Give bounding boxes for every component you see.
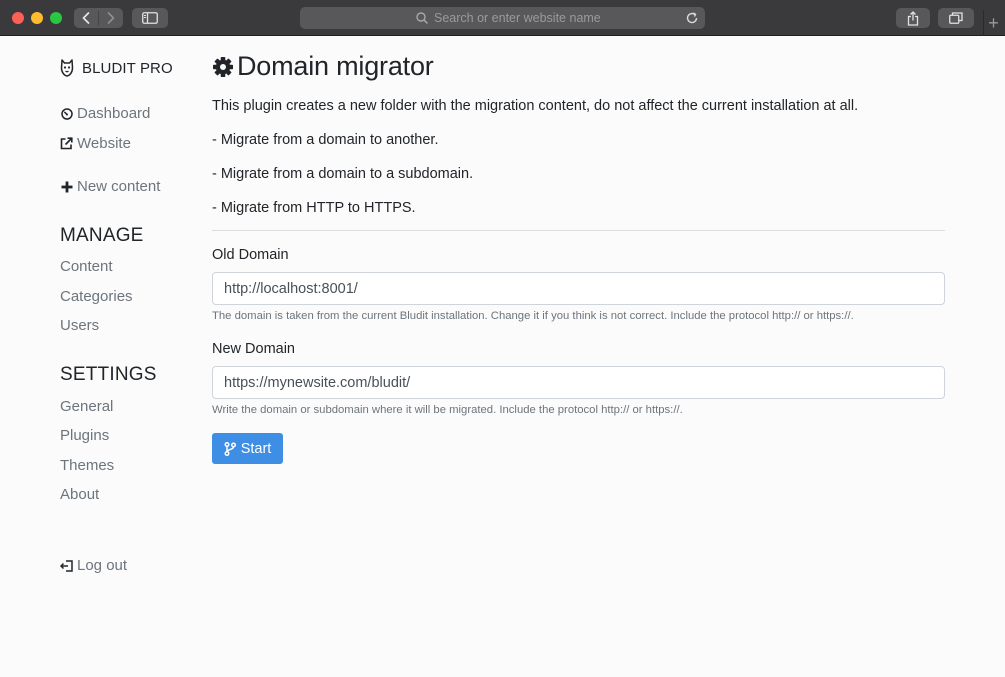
sidebar-item-new-content[interactable]: New content	[60, 178, 160, 195]
minimize-window-button[interactable]	[31, 12, 43, 24]
sidebar-item-users[interactable]: Users	[60, 317, 99, 334]
start-button-label: Start	[240, 440, 272, 457]
old-domain-input[interactable]	[212, 272, 945, 305]
sidebar-item-website[interactable]: Website	[60, 135, 131, 152]
reload-icon[interactable]	[685, 11, 699, 25]
close-window-button[interactable]	[12, 12, 24, 24]
sign-out-icon	[60, 559, 73, 572]
new-domain-help: Write the domain or subdomain where it w…	[212, 404, 683, 416]
bludit-logo-icon	[60, 59, 74, 77]
sidebar-item-label: New content	[77, 178, 161, 195]
plus-icon	[60, 180, 73, 193]
share-button[interactable]	[896, 8, 930, 28]
migration-option: - Migrate from a domain to a subdomain.	[212, 166, 474, 182]
new-tab-button[interactable]: +	[983, 10, 1003, 36]
share-icon	[907, 10, 919, 26]
browser-titlebar: Search or enter website name +	[0, 0, 1005, 36]
address-placeholder: Search or enter website name	[434, 11, 601, 25]
sidebar-item-content[interactable]: Content	[60, 258, 113, 275]
sidebar-item-general[interactable]: General	[60, 398, 113, 415]
back-button[interactable]	[74, 8, 98, 28]
migration-option: - Migrate from HTTP to HTTPS.	[212, 200, 416, 216]
new-domain-label: New Domain	[212, 341, 295, 357]
page-title-text: Domain migrator	[237, 51, 434, 81]
chevron-left-icon	[82, 12, 90, 24]
migration-option: - Migrate from a domain to another.	[212, 132, 439, 148]
sidebar-item-categories[interactable]: Categories	[60, 288, 133, 305]
tabs-icon	[949, 12, 963, 24]
history-nav-group	[74, 8, 123, 28]
address-bar[interactable]: Search or enter website name	[300, 7, 705, 29]
old-domain-label: Old Domain	[212, 247, 289, 263]
manage-heading: MANAGE	[60, 225, 144, 246]
external-link-icon	[60, 137, 73, 150]
sidebar-item-label: Dashboard	[77, 105, 151, 122]
zoom-window-button[interactable]	[50, 12, 62, 24]
tab-overview-button[interactable]	[938, 8, 974, 28]
brand[interactable]: BLUDIT PRO	[60, 59, 173, 77]
page-title: Domain migrator	[212, 51, 434, 82]
start-button[interactable]: Start	[212, 433, 283, 464]
logout-link[interactable]: Log out	[60, 557, 127, 574]
sidebar-item-about[interactable]: About	[60, 486, 99, 503]
dashboard-icon	[60, 107, 73, 120]
sidebar-icon	[142, 12, 158, 24]
chevron-right-icon	[107, 12, 115, 24]
old-domain-help: The domain is taken from the current Blu…	[212, 310, 854, 322]
sidebar-item-label: Log out	[77, 557, 128, 574]
plugin-description: This plugin creates a new folder with th…	[212, 98, 859, 114]
address-bar-content: Search or enter website name	[416, 11, 601, 25]
brand-name: BLUDIT PRO	[82, 59, 173, 77]
sidebar-item-dashboard[interactable]: Dashboard	[60, 105, 150, 122]
sidebar-item-label: Website	[77, 135, 131, 152]
new-domain-input[interactable]	[212, 366, 945, 399]
code-branch-icon	[224, 441, 236, 456]
settings-heading: SETTINGS	[60, 364, 157, 385]
sidebar-item-themes[interactable]: Themes	[60, 457, 114, 474]
sidebar-toggle-button[interactable]	[132, 8, 168, 28]
sidebar-item-plugins[interactable]: Plugins	[60, 427, 109, 444]
search-icon	[416, 12, 428, 24]
forward-button[interactable]	[99, 8, 123, 28]
section-divider	[212, 230, 945, 231]
gear-icon	[213, 56, 233, 77]
